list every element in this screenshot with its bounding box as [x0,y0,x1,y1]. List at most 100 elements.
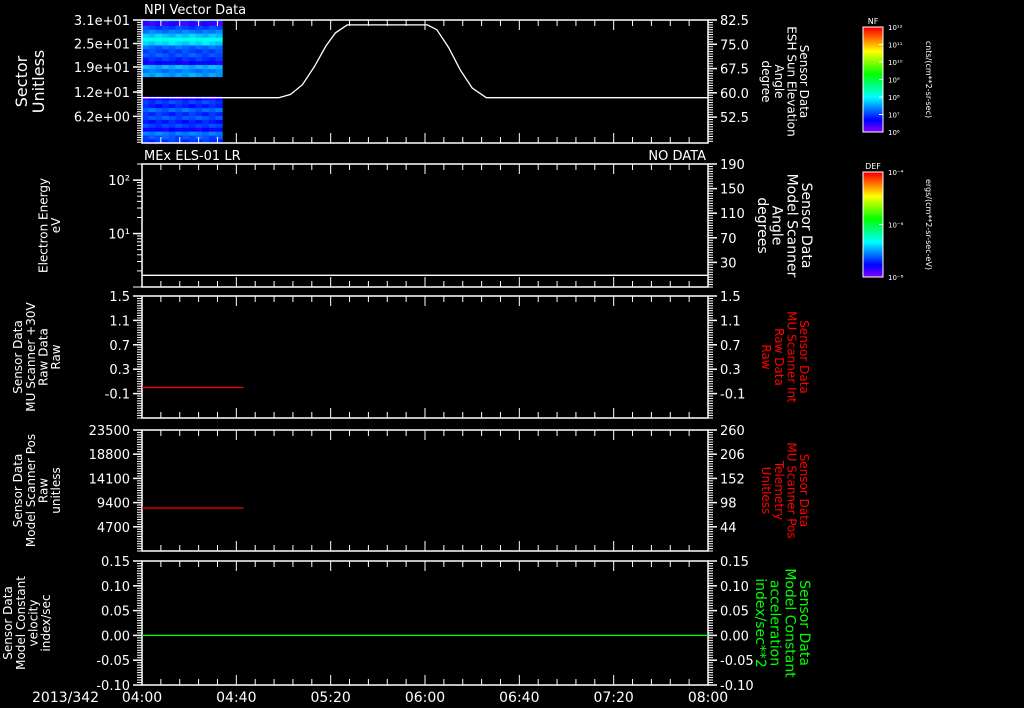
heatmap-cell [215,100,223,105]
right-axis-label: Angle [769,206,785,246]
left-axis-tick-label: 2.5e+01 [74,38,130,53]
heatmap-cell [188,21,196,27]
heatmap-cell [162,135,170,140]
heatmap-cell [215,45,223,50]
left-axis-tick-label: 10² [108,174,130,189]
heatmap-cell [195,29,203,35]
right-axis-label: Sensor Data [796,580,812,666]
heatmap-cell [155,123,163,129]
heatmap-cell [168,119,176,125]
heatmap-cell [202,49,210,54]
heatmap-cell [195,61,203,66]
heatmap-cell [142,61,150,66]
heatmap-cell [195,68,203,74]
panel-1: 3.1e+01 2.5e+01 1.9e+01 1.2e+01 6.2e+00 82.5 7… [12,14,811,144]
heatmap-cell [148,57,156,62]
heatmap-cell [162,104,170,109]
heatmap-cell [142,104,150,109]
heatmap-cell [155,119,163,125]
heatmap-cell [148,45,156,50]
heatmap-cell [215,49,223,54]
panel-frame [141,560,709,686]
heatmap-cell [215,131,223,136]
heatmap-cell [155,21,163,27]
heatmap-cell [148,135,156,140]
heatmap-cell [215,57,223,62]
heatmap-cell [182,96,190,101]
heatmap-cell [168,68,176,74]
heatmap-cell [175,68,183,74]
heatmap-cell [208,104,217,109]
colorbar-def: DEF 10⁻⁴ 10⁻⁶ 10⁻⁸ ergs/(cm**2-sr-sec-eV) [862,162,933,282]
left-axis-tick-label: 1.1 [109,314,130,329]
panel-frame [141,163,709,288]
left-axis-label: unitless [49,467,63,513]
heatmap-cell [202,33,210,38]
heatmap-cell [188,127,196,132]
heatmap-cell [188,108,196,113]
heatmap-cell [195,41,203,46]
colorbar-tick-label: 10⁻⁶ [888,222,904,230]
right-axis-tick-label: 67.5 [720,63,749,78]
heatmap-cell [215,61,223,66]
heatmap-cell [162,21,170,27]
heatmap-cell [202,127,210,132]
right-axis-tick-label: 0.7 [720,339,741,354]
heatmap-cell [182,112,190,117]
colorbar-tick-label: 10⁶ [888,129,900,137]
heatmap-cell [148,41,156,46]
heatmap-cell [162,68,170,74]
colorbar-title: DEF [865,162,881,171]
time-tick-label: 07:20 [593,690,633,706]
heatmap-cell [215,37,223,42]
heatmap-cell [208,57,217,62]
heatmap-cell [142,65,150,70]
heatmap-cell [182,131,190,136]
heatmap-cell [175,61,183,66]
heatmap-cell [142,108,150,113]
heatmap-cell [202,72,210,78]
heatmap-cell [168,115,176,121]
heatmap-cell [175,119,183,125]
heatmap-cell [208,33,217,38]
heatmap-cell [188,61,196,66]
heatmap-cell [188,123,196,129]
heatmap-cell [168,112,176,117]
heatmap-cell [195,104,203,109]
heatmap-cell [195,123,203,129]
heatmap-cell [208,65,217,70]
right-axis-tick-label: 0.3 [720,363,741,378]
right-axis-label: Model Scanner [783,174,799,278]
right-axis-label: degrees [754,197,770,253]
left-axis-label: Unitless [29,50,48,114]
heatmap-cell [215,65,223,70]
heatmap-cell [202,41,210,46]
right-axis-tick-label: 70 [720,232,737,247]
heatmap-cell [162,131,170,136]
right-axis-label: Model Constant [781,568,797,678]
right-axis-tick-label: 152 [720,472,745,487]
heatmap-cell [215,127,223,132]
heatmap-cell [182,100,190,105]
heatmap-cell [202,119,210,125]
heatmap-cell [182,68,190,74]
heatmap-cell [188,72,196,78]
heatmap-cell [175,115,183,121]
heatmap-cell [142,96,150,101]
right-axis-tick-label: 98 [720,497,737,512]
heatmap-cell [202,135,210,140]
heatmap-cell [175,127,183,132]
heatmap-cell [155,100,163,105]
heatmap-cell [202,96,210,101]
heatmap-cell [195,49,203,54]
heatmap-cell [188,131,196,136]
multi-panel-plot: NPI Vector Data 3.1e+01 2.5e+01 1.9e+01 1.2e… [1,3,933,706]
heatmap-cell [195,72,203,78]
heatmap-cell [208,100,217,105]
right-axis-tick-label: 150 [720,183,745,198]
heatmap-cell [148,131,156,136]
left-axis-tick-label: 0.7 [109,339,130,354]
heatmap-cell [142,100,150,105]
heatmap-cell [202,108,210,113]
heatmap-cell [208,96,217,101]
